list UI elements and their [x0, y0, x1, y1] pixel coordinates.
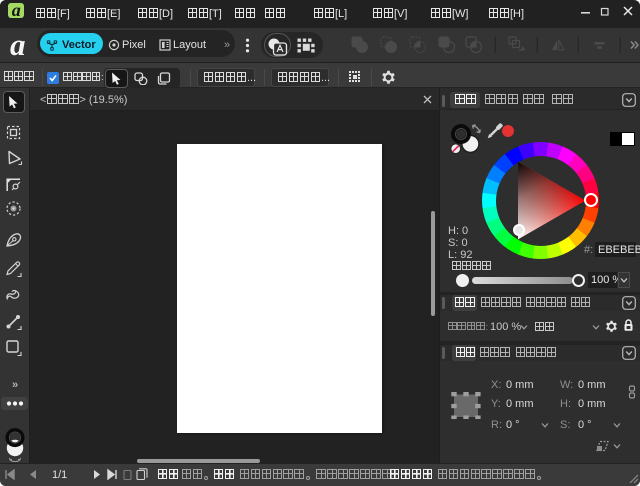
svg-text:a: a	[12, 3, 21, 18]
